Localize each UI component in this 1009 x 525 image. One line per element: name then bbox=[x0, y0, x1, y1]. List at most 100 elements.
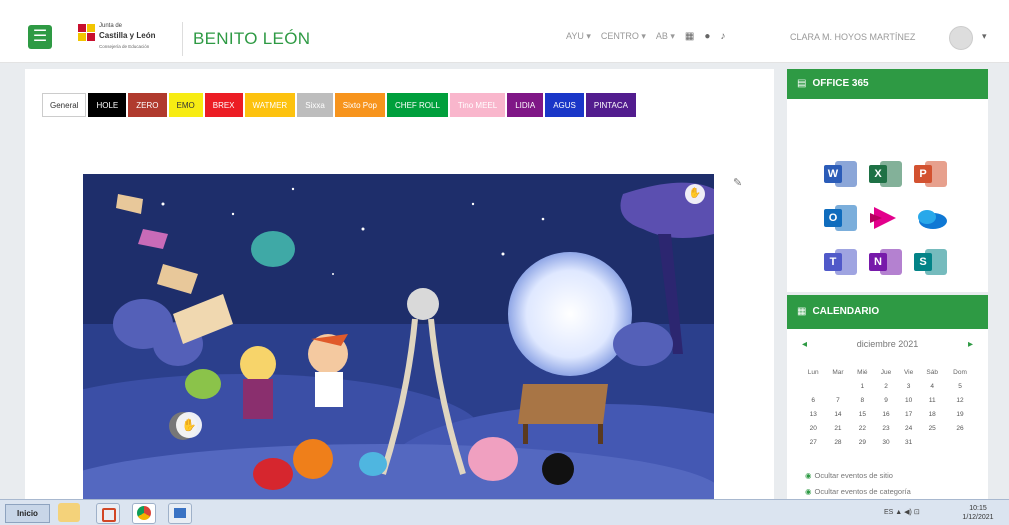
calendar-day[interactable]: 24 bbox=[898, 421, 919, 435]
tab-lidia[interactable]: LIDIA bbox=[507, 93, 544, 117]
calendar-day[interactable]: 21 bbox=[825, 421, 850, 435]
nav-item-centro[interactable]: CENTRO ▾ bbox=[601, 31, 646, 42]
top-navbar: ☰ Junta de Castilla y León Consejería de… bbox=[0, 0, 1009, 63]
calendar-day[interactable]: 6 bbox=[801, 393, 825, 407]
hand-icon[interactable]: ✋ bbox=[176, 412, 202, 438]
bell-icon[interactable]: ♪ bbox=[720, 31, 725, 42]
calendar-day[interactable]: 30 bbox=[874, 435, 898, 449]
section-tabs: General HOLE ZERO EMO BREX WATMER Sixxa Sixto P… bbox=[42, 93, 762, 119]
calendar-day[interactable]: 19 bbox=[945, 407, 975, 421]
chrome-icon[interactable] bbox=[132, 503, 156, 524]
calendar-day[interactable]: 5 bbox=[945, 379, 975, 393]
app-window-icon[interactable] bbox=[168, 503, 192, 524]
tab-chef-roll[interactable]: CHEF ROLL bbox=[387, 93, 448, 117]
sharepoint-icon[interactable]: S bbox=[911, 243, 949, 281]
taskbar-clock[interactable]: 10:15 1/12/2021 bbox=[956, 504, 1000, 522]
calendar-day[interactable]: 12 bbox=[945, 393, 975, 407]
office-block-title: OFFICE 365 bbox=[812, 78, 869, 89]
grid-icon[interactable]: ▦ bbox=[685, 31, 694, 42]
tab-brex[interactable]: BREX bbox=[204, 93, 243, 117]
calendar-day[interactable]: 23 bbox=[874, 421, 898, 435]
calendar-day[interactable]: 29 bbox=[850, 435, 874, 449]
calendar-day[interactable]: 27 bbox=[801, 435, 825, 449]
tab-watmer[interactable]: WATMER bbox=[244, 93, 296, 117]
calendar-day bbox=[919, 435, 945, 449]
weekday-header: Mié bbox=[857, 368, 868, 376]
calendar-block-title: CALENDARIO bbox=[812, 306, 880, 317]
tab-tino-meel[interactable]: Tino MEEL bbox=[449, 93, 506, 117]
calendar-day[interactable]: 31 bbox=[898, 435, 919, 449]
calendar-day[interactable]: 26 bbox=[945, 421, 975, 435]
site-title[interactable]: BENITO LEÓN bbox=[193, 29, 310, 49]
next-month-icon[interactable]: ▸ bbox=[968, 339, 973, 350]
hide-category-events-label: Ocultar eventos de categoría bbox=[814, 487, 911, 496]
calendar-day[interactable]: 9 bbox=[874, 393, 898, 407]
logo-line-2: Castilla y León bbox=[99, 31, 156, 40]
top-nav-menu: AYU ▾ CENTRO ▾ AB ▾ ▦ ● ♪ bbox=[566, 31, 725, 42]
calendar-day[interactable]: 11 bbox=[919, 393, 945, 407]
weekday-header: Jue bbox=[880, 368, 892, 376]
calendar-day[interactable]: 3 bbox=[898, 379, 919, 393]
system-tray[interactable]: ES ▲ ◀) ⊡ bbox=[884, 508, 920, 516]
calendar-block-header: ▦ CALENDARIO bbox=[787, 295, 988, 329]
stream-icon[interactable] bbox=[866, 199, 904, 237]
calendar-day[interactable]: 2 bbox=[874, 379, 898, 393]
hide-category-events-link[interactable]: ◉ Ocultar eventos de categoría bbox=[805, 487, 911, 496]
calendar-week: 27 28 29 30 31 bbox=[801, 435, 975, 449]
clock-time: 10:15 bbox=[969, 505, 987, 512]
excel-icon[interactable]: X bbox=[866, 155, 904, 193]
calendar-day[interactable]: 1 bbox=[850, 379, 874, 393]
app-letter: O bbox=[828, 212, 838, 224]
onenote-icon[interactable]: N bbox=[866, 243, 904, 281]
nav-item-ayuda[interactable]: AYU ▾ bbox=[566, 31, 591, 42]
office-block-header: ▤ OFFICE 365 bbox=[787, 69, 988, 99]
calendar-day[interactable]: 20 bbox=[801, 421, 825, 435]
calendar-day[interactable]: 8 bbox=[850, 393, 874, 407]
hide-site-events-link[interactable]: ◉ Ocultar eventos de sitio bbox=[805, 471, 893, 480]
tab-agus[interactable]: AGUS bbox=[545, 93, 584, 117]
word-icon[interactable]: W bbox=[821, 155, 859, 193]
outlook-icon[interactable]: O bbox=[821, 199, 859, 237]
teams-icon[interactable]: T bbox=[821, 243, 859, 281]
calendar-day[interactable]: 16 bbox=[874, 407, 898, 421]
tab-sixto-pop[interactable]: Sixto Pop bbox=[334, 93, 386, 117]
calendar-day[interactable]: 14 bbox=[825, 407, 850, 421]
office-app-icon[interactable] bbox=[96, 503, 120, 524]
edit-icon[interactable]: ✎ bbox=[733, 176, 742, 189]
calendar-day[interactable]: 25 bbox=[919, 421, 945, 435]
calendar-day[interactable]: 18 bbox=[919, 407, 945, 421]
calendar-day[interactable]: 17 bbox=[898, 407, 919, 421]
calendar-day[interactable]: 4 bbox=[919, 379, 945, 393]
tab-sixxa[interactable]: Sixxa bbox=[297, 93, 333, 117]
calendar-day[interactable]: 7 bbox=[825, 393, 850, 407]
eye-icon: ◉ bbox=[805, 487, 812, 496]
start-button[interactable]: Inicio bbox=[5, 504, 50, 523]
calendar-day[interactable]: 22 bbox=[850, 421, 874, 435]
calendar-day[interactable]: 13 bbox=[801, 407, 825, 421]
calendar-day[interactable]: 15 bbox=[850, 407, 874, 421]
tab-pintaca[interactable]: PINTACA bbox=[585, 93, 636, 117]
folder-icon[interactable] bbox=[58, 503, 80, 522]
calendar-day[interactable]: 10 bbox=[898, 393, 919, 407]
hand-icon[interactable]: ✋ bbox=[685, 184, 705, 204]
onedrive-icon[interactable] bbox=[911, 199, 949, 237]
calendar-month-label[interactable]: diciembre 2021 bbox=[787, 339, 988, 349]
tab-general[interactable]: General bbox=[42, 93, 87, 117]
app-letter: T bbox=[829, 256, 837, 268]
windows-taskbar: Inicio ES ▲ ◀) ⊡ 10:15 1/12/2021 bbox=[0, 499, 1009, 525]
powerpoint-icon[interactable]: P bbox=[911, 155, 949, 193]
avatar[interactable] bbox=[949, 26, 973, 50]
hamburger-icon[interactable]: ☰ bbox=[28, 25, 52, 49]
nav-item-ab[interactable]: AB ▾ bbox=[656, 31, 675, 42]
weekday-header: Lun bbox=[807, 368, 819, 376]
calendar-day[interactable]: 28 bbox=[825, 435, 850, 449]
tab-emo[interactable]: EMO bbox=[168, 93, 203, 117]
course-content: General HOLE ZERO EMO BREX WATMER Sixxa Sixto P… bbox=[25, 69, 774, 499]
jcyl-logo[interactable]: Junta de Castilla y León Consejería de E… bbox=[78, 22, 176, 58]
right-sidebar: ▤ OFFICE 365 W X P O T N S ▦ CALENDARIO ◂ diciem… bbox=[787, 69, 988, 499]
chevron-down-icon[interactable]: ▾ bbox=[982, 31, 987, 42]
tab-hole[interactable]: HOLE bbox=[88, 93, 127, 117]
tab-zero[interactable]: ZERO bbox=[128, 93, 167, 117]
user-name[interactable]: CLARA M. HOYOS MARTÍNEZ bbox=[790, 32, 915, 42]
chat-icon[interactable]: ● bbox=[704, 31, 710, 42]
